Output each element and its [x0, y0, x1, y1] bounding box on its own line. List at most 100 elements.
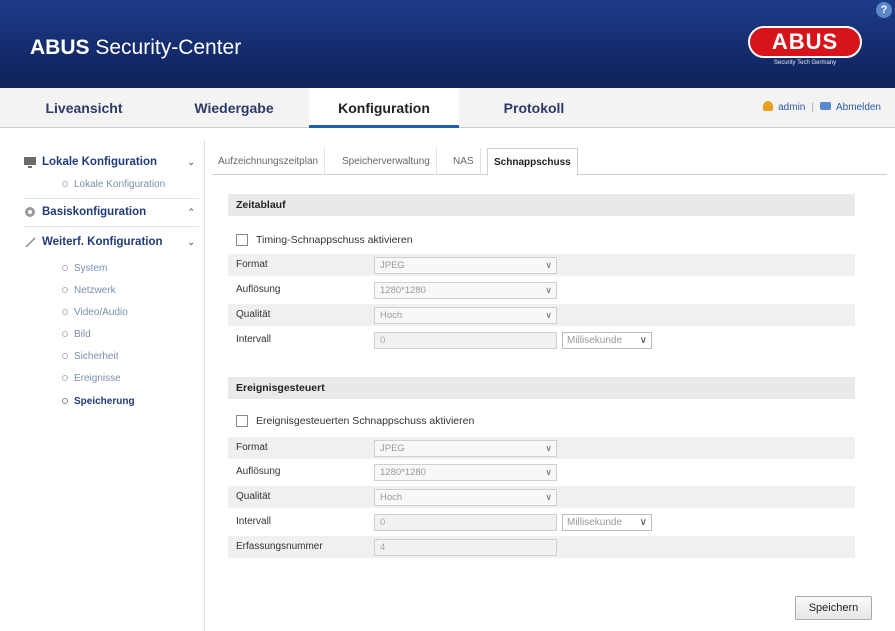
- event-enable-row: Ereignisgesteuerten Schnappschuss aktivi…: [228, 410, 855, 432]
- tab-speicherverwaltung[interactable]: Speicherverwaltung: [336, 148, 437, 175]
- sidebar-item-sicherheit[interactable]: Sicherheit: [62, 348, 118, 366]
- sidebar-item-label: Ereignisse: [74, 373, 121, 384]
- gear-icon: [25, 207, 35, 217]
- timing-interval-label: Intervall: [236, 334, 272, 345]
- nav-tab-protokoll[interactable]: Protokoll: [464, 88, 604, 128]
- timing-interval-unit-select[interactable]: Millisekunde ∨: [562, 332, 652, 349]
- event-quality-row: Qualität Hoch ∨: [228, 486, 855, 508]
- sidebar-group-label: Basiskonfiguration: [42, 206, 147, 218]
- sidebar-item-video-audio[interactable]: Video/Audio: [62, 304, 128, 322]
- sidebar-item-label: Bild: [74, 329, 91, 340]
- user-icon: [763, 101, 774, 111]
- nav-tab-liveansicht[interactable]: Liveansicht: [14, 88, 154, 128]
- bullet-icon: [62, 309, 68, 315]
- logo-subtitle: Security Tech Germany: [773, 60, 837, 66]
- bullet-icon: [62, 265, 68, 271]
- event-resolution-select[interactable]: 1280*1280 ∨: [374, 464, 557, 481]
- timing-interval-row: Intervall 0 Millisekunde ∨: [228, 329, 855, 351]
- bullet-icon: [62, 353, 68, 359]
- section-header-ereignisgesteuert: Ereignisgesteuert: [228, 377, 855, 399]
- chevron-down-icon: ∨: [545, 260, 552, 270]
- timing-format-select[interactable]: JPEG ∨: [374, 257, 557, 274]
- event-enable-checkbox[interactable]: [236, 415, 248, 427]
- timing-quality-value: Hoch: [380, 310, 403, 321]
- sidebar-item-bild[interactable]: Bild: [62, 326, 91, 344]
- timing-format-label: Format: [236, 259, 268, 270]
- timing-quality-select[interactable]: Hoch ∨: [374, 307, 557, 324]
- sidebar-item-label: Netzwerk: [74, 285, 116, 296]
- event-quality-label: Qualität: [236, 491, 271, 502]
- event-format-value: JPEG: [380, 443, 405, 454]
- sidebar-item-system[interactable]: System: [62, 260, 107, 278]
- tab-nas[interactable]: NAS: [447, 148, 481, 175]
- event-resolution-label: Auflösung: [236, 466, 281, 477]
- chevron-down-icon: ∨: [545, 443, 552, 453]
- timing-enable-checkbox[interactable]: [236, 234, 248, 246]
- bullet-icon: [62, 287, 68, 293]
- sidebar-item-label: Speicherung: [74, 396, 135, 407]
- chevron-down-icon: ∨: [545, 285, 552, 295]
- main-nav: Liveansicht Wiedergabe Konfiguration Pro…: [0, 88, 895, 128]
- timing-resolution-value: 1280*1280: [380, 285, 426, 296]
- timing-format-row: Format JPEG ∨: [228, 254, 855, 276]
- username[interactable]: admin: [778, 102, 805, 113]
- logo-badge: ABUS: [748, 26, 862, 58]
- sidebar-item-lokale-konfiguration[interactable]: Lokale Konfiguration: [62, 176, 165, 194]
- tab-schnappschuss[interactable]: Schnappschuss: [487, 148, 578, 176]
- sub-tabs: Aufzeichnungszeitplan Speicherverwaltung…: [212, 148, 887, 176]
- save-button[interactable]: Speichern: [795, 596, 872, 620]
- timing-resolution-row: Auflösung 1280*1280 ∨: [228, 279, 855, 301]
- app-header: ABUS Security-Center ABUS Security Tech …: [0, 0, 895, 88]
- timing-interval-input[interactable]: 0: [374, 332, 557, 349]
- timing-resolution-select[interactable]: 1280*1280 ∨: [374, 282, 557, 299]
- sidebar-divider: [24, 198, 199, 199]
- sidebar-item-label: Lokale Konfiguration: [74, 179, 166, 190]
- event-count-input[interactable]: 4: [374, 539, 557, 556]
- event-count-row: Erfassungsnummer 4: [228, 536, 855, 558]
- event-count-label: Erfassungsnummer: [236, 541, 323, 552]
- timing-quality-label: Qualität: [236, 309, 271, 320]
- chevron-down-icon: ⌄: [187, 237, 195, 247]
- user-area: admin | Abmelden: [763, 88, 881, 128]
- event-interval-row: Intervall 0 Millisekunde ∨: [228, 511, 855, 533]
- logout-link[interactable]: Abmelden: [836, 102, 881, 113]
- timing-enable-label: Timing-Schnappschuss aktivieren: [256, 234, 413, 246]
- sidebar-group-lokale-konfiguration[interactable]: Lokale Konfiguration ⌄: [24, 150, 199, 174]
- sidebar-item-netzwerk[interactable]: Netzwerk: [62, 282, 116, 300]
- sidebar-item-speicherung[interactable]: Speicherung: [62, 393, 135, 411]
- chevron-down-icon: ∨: [545, 467, 552, 477]
- sidebar-item-label: Video/Audio: [74, 307, 128, 318]
- event-quality-select[interactable]: Hoch ∨: [374, 489, 557, 506]
- nav-tab-konfiguration[interactable]: Konfiguration: [309, 88, 459, 128]
- app-title: ABUS Security-Center: [30, 36, 242, 59]
- event-format-label: Format: [236, 442, 268, 453]
- timing-interval-unit-value: Millisekunde: [567, 335, 623, 346]
- bullet-icon: [62, 398, 68, 404]
- timing-enable-row: Timing-Schnappschuss aktivieren: [228, 229, 855, 251]
- sidebar: Lokale Konfiguration ⌄ Lokale Konfigurat…: [0, 140, 205, 631]
- sidebar-group-weiterf-konfiguration[interactable]: Weiterf. Konfiguration ⌄: [24, 230, 199, 254]
- chevron-down-icon: ∨: [639, 517, 647, 528]
- nav-tab-wiedergabe[interactable]: Wiedergabe: [164, 88, 304, 128]
- event-format-select[interactable]: JPEG ∨: [374, 440, 557, 457]
- bullet-icon: [62, 331, 68, 337]
- event-interval-input[interactable]: 0: [374, 514, 557, 531]
- chevron-down-icon: ⌄: [187, 157, 195, 167]
- event-interval-unit-value: Millisekunde: [567, 517, 623, 528]
- monitor-icon: [24, 157, 36, 168]
- event-format-row: Format JPEG ∨: [228, 437, 855, 459]
- sidebar-group-basiskonfiguration[interactable]: Basiskonfiguration ⌃: [24, 200, 199, 224]
- logout-icon[interactable]: [819, 102, 831, 110]
- bullet-icon: [62, 181, 68, 187]
- tab-aufzeichnungszeitplan[interactable]: Aufzeichnungszeitplan: [212, 148, 326, 175]
- event-resolution-row: Auflösung 1280*1280 ∨: [228, 461, 855, 483]
- event-interval-label: Intervall: [236, 516, 272, 527]
- abus-logo: ABUS Security Tech Germany: [748, 26, 862, 70]
- sidebar-item-ereignisse[interactable]: Ereignisse: [62, 370, 121, 388]
- help-icon[interactable]: ?: [876, 2, 892, 18]
- timing-quality-row: Qualität Hoch ∨: [228, 304, 855, 326]
- chevron-down-icon: ∨: [639, 335, 647, 346]
- event-interval-unit-select[interactable]: Millisekunde ∨: [562, 514, 652, 531]
- timing-resolution-label: Auflösung: [236, 284, 281, 295]
- wrench-icon: [25, 237, 35, 247]
